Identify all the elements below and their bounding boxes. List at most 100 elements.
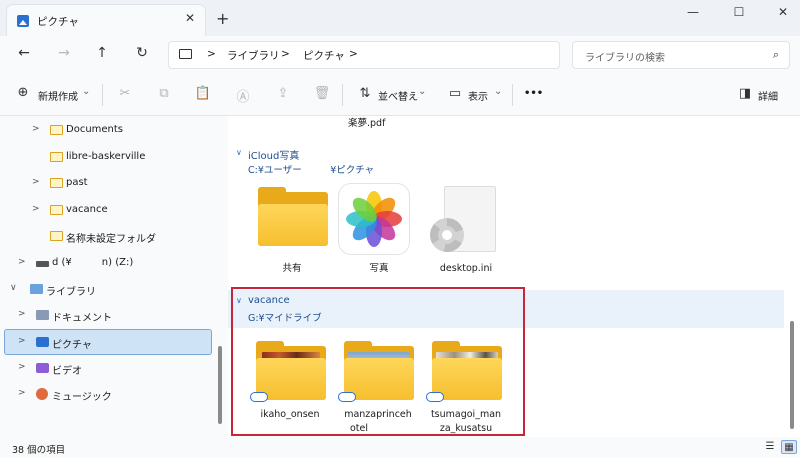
more-button[interactable]: ••• [524, 88, 543, 99]
sidebar-item-music[interactable]: > ミュージック [4, 382, 212, 408]
refresh-button[interactable]: ↻ [132, 45, 152, 61]
sort-button[interactable]: 並べ替え [378, 88, 418, 103]
search-box[interactable]: ライブラリの検索 ⌕ [572, 41, 790, 69]
folder-item-shared[interactable]: 共有 [250, 182, 334, 282]
maximize-button[interactable]: ☐ [726, 5, 752, 27]
chevron-down-icon: ⌄ [82, 86, 91, 97]
documents-icon [36, 310, 49, 320]
share-icon[interactable]: ⇪ [274, 86, 292, 101]
search-icon: ⌕ [772, 48, 779, 61]
delete-icon[interactable]: 🗑 [313, 86, 331, 101]
library-icon [30, 284, 43, 294]
chevron-right-icon[interactable]: > [32, 177, 40, 187]
divider [342, 84, 343, 106]
item-name: 写真 [369, 263, 389, 274]
sidebar-scrollbar[interactable] [218, 346, 222, 424]
new-button[interactable]: 新規作成 [38, 88, 78, 103]
breadcrumb-separator[interactable]: > [207, 48, 216, 60]
new-tab-button[interactable]: + [216, 9, 229, 28]
paste-icon[interactable]: 📋 [194, 86, 212, 101]
tab-pictures[interactable]: ピクチャ ✕ [6, 4, 206, 36]
chevron-down-icon[interactable]: ∨ [10, 283, 17, 293]
tab-close-icon[interactable]: ✕ [185, 11, 195, 25]
cut-icon[interactable]: ✂ [116, 86, 134, 101]
file-item-desktop-ini[interactable]: desktop.ini [424, 182, 508, 282]
settings-gear-icon [430, 218, 464, 252]
group-path: C:¥ユーザー ¥ピクチャ [248, 165, 375, 176]
pictures-icon [36, 337, 49, 347]
view-button[interactable]: 表示 [468, 88, 488, 103]
drive-icon [36, 261, 49, 267]
tiles-view-icon[interactable]: ▦ [781, 440, 797, 454]
sidebar-item-drive-z[interactable]: > d (¥ n) (Z:) [4, 251, 212, 277]
forward-button[interactable]: → [54, 45, 74, 61]
view-icon: ▭ [448, 86, 462, 101]
breadcrumb-separator[interactable]: > [281, 48, 290, 60]
chevron-down-icon[interactable]: ∨ [236, 148, 242, 157]
music-icon [36, 388, 48, 400]
folder-icon [50, 152, 63, 162]
sidebar-item-label: libre-baskerville [66, 151, 146, 162]
sidebar-item-past[interactable]: > past [4, 171, 212, 197]
sidebar-item-untitled-folder[interactable]: 名称未設定フォルダ [4, 224, 212, 250]
status-bar: 38 個の項目 ☰ ▦ [0, 437, 800, 458]
sidebar-item-label: ドキュメント [52, 313, 112, 324]
up-button[interactable]: ↑ [92, 45, 112, 61]
rename-icon[interactable]: Ⓐ [234, 86, 252, 105]
partial-file-name[interactable]: 楽夢.pdf [348, 115, 385, 129]
chevron-right-icon[interactable]: > [32, 124, 40, 134]
chevron-right-icon[interactable]: > [18, 309, 26, 319]
main-scrollbar[interactable] [790, 321, 794, 429]
sidebar-item-label: ピクチャ [52, 340, 92, 351]
group-title: iCloud写真 [248, 151, 300, 162]
back-button[interactable]: ← [14, 45, 34, 61]
details-button[interactable]: 詳細 [758, 88, 778, 103]
minimize-button[interactable]: — [680, 5, 706, 27]
sidebar-item-library[interactable]: ∨ ライブラリ [4, 277, 212, 303]
pictures-icon [17, 15, 29, 27]
chevron-right-icon[interactable]: > [18, 336, 26, 346]
sidebar-item-label: past [66, 177, 88, 188]
breadcrumb-separator[interactable]: > [349, 48, 358, 60]
folder-icon [50, 125, 63, 135]
divider [102, 84, 103, 106]
sidebar-item-label: d (¥ n) (Z:) [52, 257, 134, 268]
sidebar-item-vacance[interactable]: > vacance [4, 198, 212, 224]
chevron-right-icon[interactable]: > [18, 257, 26, 267]
sidebar-item-pictures[interactable]: > ピクチャ [4, 329, 212, 355]
sidebar-item-label: 名称未設定フォルダ [66, 234, 156, 245]
sidebar-item-libre-baskerville[interactable]: libre-baskerville [4, 145, 212, 171]
close-button[interactable]: ✕ [770, 5, 796, 27]
search-input[interactable]: ライブラリの検索 [585, 49, 665, 64]
breadcrumb-pictures[interactable]: ピクチャ [303, 48, 345, 63]
command-bar: ⊕ 新規作成 ⌄ ✂ ⧉ 📋 Ⓐ ⇪ 🗑 ⇅ 並べ替え ⌄ ▭ 表示 ⌄ •••… [0, 74, 800, 116]
new-icon: ⊕ [17, 85, 29, 100]
chevron-right-icon[interactable]: > [18, 388, 26, 398]
item-name: desktop.ini [439, 263, 493, 274]
file-view: 楽夢.pdf ∨ iCloud写真 C:¥ユーザー ¥ピクチャ 共有 写真 de… [228, 116, 800, 437]
item-count: 38 個の項目 [12, 445, 66, 456]
copy-icon[interactable]: ⧉ [155, 86, 173, 101]
sort-icon: ⇅ [359, 86, 371, 101]
details-icon: ◨ [738, 86, 752, 101]
folder-icon [258, 187, 328, 246]
folder-icon [50, 231, 63, 241]
breadcrumb-library[interactable]: ライブラリ [227, 48, 280, 63]
title-bar: ピクチャ ✕ + — ☐ ✕ [0, 0, 800, 36]
navigation-pane: > Documents libre-baskerville > past > v… [0, 116, 228, 437]
highlight-box [231, 287, 525, 436]
video-icon [36, 363, 49, 373]
computer-icon [179, 49, 192, 59]
sidebar-item-documents[interactable]: > Documents [4, 118, 212, 144]
sidebar-item-documents-library[interactable]: > ドキュメント [4, 303, 212, 329]
chevron-down-icon: ⌄ [418, 86, 427, 97]
address-bar: ← → ↑ ↻ > ライブラリ > ピクチャ > ライブラリの検索 ⌕ [0, 36, 800, 74]
details-view-icon[interactable]: ☰ [762, 440, 778, 454]
sidebar-item-videos[interactable]: > ビデオ [4, 356, 212, 382]
breadcrumb[interactable]: > ライブラリ > ピクチャ > [168, 41, 560, 69]
divider [512, 84, 513, 106]
tab-title: ピクチャ [37, 16, 79, 28]
chevron-right-icon[interactable]: > [18, 362, 26, 372]
folder-item-photos[interactable]: 写真 [337, 182, 421, 282]
chevron-right-icon[interactable]: > [32, 204, 40, 214]
